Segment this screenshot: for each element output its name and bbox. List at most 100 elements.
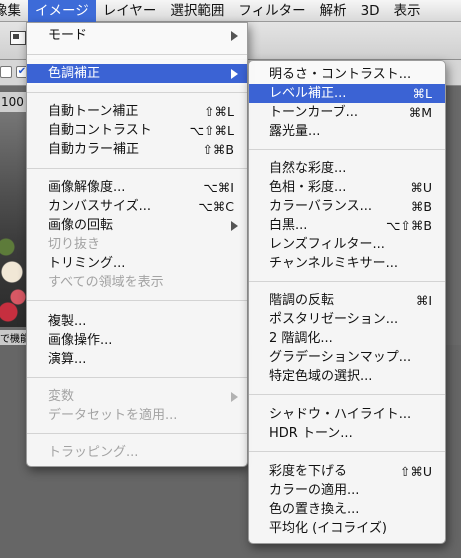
menu-item-brightness-contrast[interactable]: 明るさ・コントラスト... — [249, 65, 445, 84]
menu-item-apply-dataset: データセットを適用... — [27, 406, 247, 425]
shortcut-levels: ⌘L — [412, 86, 432, 101]
menu-separator — [27, 54, 247, 55]
menu-item-equalize[interactable]: 平均化 (イコライズ) — [249, 519, 445, 538]
tool-preset-icon[interactable] — [10, 31, 26, 45]
menu-item-channel-mixer[interactable]: チャンネルミキサー... — [249, 254, 445, 273]
menu-item-calculations-label: 演算... — [48, 352, 87, 367]
menu-item-channel-mixer-label: チャンネルミキサー... — [269, 256, 399, 271]
menu-item-adjustments[interactable]: 色調補正 — [27, 64, 247, 83]
menu-separator — [27, 300, 247, 301]
menubar-item-analysis[interactable]: 解析 — [313, 0, 354, 22]
menu-item-posterize-label: ポスタリゼーション... — [269, 312, 399, 327]
menu-item-image-size[interactable]: 画像解像度... ⌥⌘I — [27, 178, 247, 197]
menu-item-replace-color[interactable]: 色の置き換え... — [249, 500, 445, 519]
menu-item-hue-saturation[interactable]: 色相・彩度... ⌘U — [249, 178, 445, 197]
menu-separator — [249, 281, 445, 282]
menu-item-threshold-label: 2 階調化... — [269, 331, 333, 346]
shortcut-invert: ⌘I — [415, 293, 432, 308]
menu-item-shadows-highlights-label: シャドウ・ハイライト... — [269, 407, 412, 422]
menu-item-exposure[interactable]: 露光量... — [249, 122, 445, 141]
menu-item-levels-label: レベル補正... — [269, 86, 347, 101]
menu-item-brightness-contrast-label: 明るさ・コントラスト... — [269, 67, 412, 82]
menu-item-color-balance-label: カラーバランス... — [269, 199, 373, 214]
menu-item-canvas-size-label: カンバスサイズ... — [48, 199, 152, 214]
menubar-item-filter[interactable]: フィルター — [231, 0, 312, 22]
menubar-item-layer[interactable]: レイヤー — [96, 0, 164, 22]
menu-item-duplicate-label: 複製... — [48, 314, 87, 329]
submenu-arrow-icon — [231, 31, 238, 41]
menubar-item-select[interactable]: 選択範囲 — [163, 0, 231, 22]
menu-item-photo-filter-label: レンズフィルター... — [269, 237, 385, 252]
shortcut-canvas-size: ⌥⌘C — [198, 199, 234, 214]
submenu-arrow-icon — [231, 392, 238, 402]
menu-item-calculations[interactable]: 演算... — [27, 350, 247, 369]
menubar-item-view[interactable]: 表示 — [387, 0, 428, 22]
menu-item-exposure-label: 露光量... — [269, 124, 321, 139]
menu-item-match-color[interactable]: カラーの適用... — [249, 481, 445, 500]
menu-item-apply-image[interactable]: 画像操作... — [27, 331, 247, 350]
menu-item-threshold[interactable]: 2 階調化... — [249, 329, 445, 348]
menu-item-hdr-toning[interactable]: HDR トーン... — [249, 424, 445, 443]
shortcut-auto-tone: ⇧⌘L — [204, 104, 234, 119]
shortcut-auto-color: ⇧⌘B — [202, 142, 234, 157]
shortcut-color-balance: ⌘B — [410, 199, 432, 214]
menu-item-hdr-toning-label: HDR トーン... — [269, 426, 353, 441]
menu-item-photo-filter[interactable]: レンズフィルター... — [249, 235, 445, 254]
menu-item-trapping: トラッピング... — [27, 443, 247, 462]
menu-item-hue-saturation-label: 色相・彩度... — [269, 180, 347, 195]
menu-item-posterize[interactable]: ポスタリゼーション... — [249, 310, 445, 329]
menu-item-canvas-size[interactable]: カンバスサイズ... ⌥⌘C — [27, 197, 247, 216]
document-zoom-label: 100 — [0, 92, 26, 112]
status-text: で機能 — [0, 330, 26, 345]
menu-item-image-rotation[interactable]: 画像の回転 — [27, 216, 247, 235]
shortcut-auto-contrast: ⌥⇧⌘L — [189, 123, 234, 138]
menu-separator — [27, 377, 247, 378]
menu-item-adjustments-label: 色調補正 — [48, 66, 101, 81]
menu-item-curves[interactable]: トーンカーブ... ⌘M — [249, 103, 445, 122]
submenu-arrow-icon — [231, 69, 238, 79]
adjustments-submenu: 明るさ・コントラスト... レベル補正... ⌘L トーンカーブ... ⌘M 露… — [248, 60, 446, 544]
menu-item-duplicate[interactable]: 複製... — [27, 312, 247, 331]
menu-item-color-balance[interactable]: カラーバランス... ⌘B — [249, 197, 445, 216]
menu-item-apply-image-label: 画像操作... — [48, 333, 113, 348]
menu-item-black-white[interactable]: 白黒... ⌥⇧⌘B — [249, 216, 445, 235]
menu-item-apply-dataset-label: データセットを適用... — [48, 408, 178, 423]
menu-item-trim[interactable]: トリミング... — [27, 254, 247, 273]
option-checkbox[interactable] — [0, 66, 12, 78]
menu-item-auto-contrast[interactable]: 自動コントラスト ⌥⇧⌘L — [27, 121, 247, 140]
shortcut-curves: ⌘M — [408, 105, 432, 120]
menu-item-curves-label: トーンカーブ... — [269, 105, 358, 120]
menu-item-image-size-label: 画像解像度... — [48, 180, 126, 195]
menu-item-gradient-map[interactable]: グラデーションマップ... — [249, 348, 445, 367]
menu-item-variables-label: 変数 — [48, 389, 75, 404]
menu-item-mode[interactable]: モード — [27, 26, 247, 45]
menu-item-vibrance[interactable]: 自然な彩度... — [249, 159, 445, 178]
menu-item-desaturate[interactable]: 彩度を下げる ⇧⌘U — [249, 462, 445, 481]
menu-item-invert[interactable]: 階調の反転 ⌘I — [249, 291, 445, 310]
menu-item-match-color-label: カラーの適用... — [269, 483, 360, 498]
menubar-item-image[interactable]: イメージ — [28, 0, 96, 22]
menu-separator — [249, 149, 445, 150]
menu-item-invert-label: 階調の反転 — [269, 293, 335, 308]
shortcut-desaturate: ⇧⌘U — [399, 464, 432, 479]
menu-item-levels[interactable]: レベル補正... ⌘L — [249, 84, 445, 103]
menu-item-auto-tone-label: 自動トーン補正 — [48, 104, 139, 119]
menu-item-shadows-highlights[interactable]: シャドウ・ハイライト... — [249, 405, 445, 424]
menu-item-equalize-label: 平均化 (イコライズ) — [269, 521, 387, 536]
menu-item-gradient-map-label: グラデーションマップ... — [269, 350, 412, 365]
menubar-item-3d[interactable]: 3D — [354, 0, 387, 22]
menu-item-selective-color[interactable]: 特定色域の選択... — [249, 367, 445, 386]
menubar-item-edit[interactable]: 像集 — [0, 0, 28, 22]
menu-item-auto-tone[interactable]: 自動トーン補正 ⇧⌘L — [27, 102, 247, 121]
menu-item-variables: 変数 — [27, 387, 247, 406]
menu-separator — [27, 92, 247, 93]
menu-item-vibrance-label: 自然な彩度... — [269, 161, 347, 176]
menu-bar: 像集 イメージ レイヤー 選択範囲 フィルター 解析 3D 表示 — [0, 0, 461, 22]
shortcut-black-white: ⌥⇧⌘B — [386, 218, 432, 233]
menu-item-crop-label: 切り抜き — [48, 237, 101, 252]
menu-item-auto-contrast-label: 自動コントラスト — [48, 123, 152, 138]
menu-item-mode-label: モード — [48, 28, 88, 43]
menu-item-replace-color-label: 色の置き換え... — [269, 502, 360, 517]
menu-item-trim-label: トリミング... — [48, 256, 126, 271]
menu-item-auto-color[interactable]: 自動カラー補正 ⇧⌘B — [27, 140, 247, 159]
